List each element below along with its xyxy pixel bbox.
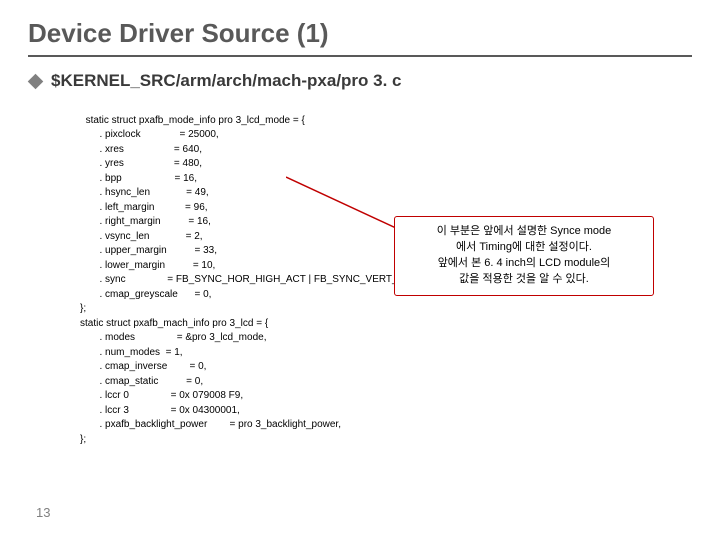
callout-line4: 값을 적용한 것을 알 수 있다. [403, 272, 645, 288]
callout-line2: 에서 Timing에 대한 설정이다. [403, 240, 645, 256]
page-number: 13 [36, 505, 50, 520]
subhead-row: $KERNEL_SRC/arm/arch/mach-pxa/pro 3. c [28, 71, 692, 91]
page-title: Device Driver Source (1) [28, 18, 692, 49]
title-divider [28, 55, 692, 57]
callout-box: 이 부분은 앞에서 설명한 Synce mode 에서 Timing에 대한 설… [394, 216, 654, 296]
callout-line3: 앞에서 본 6. 4 inch의 LCD module의 [403, 256, 645, 272]
callout-line1: 이 부분은 앞에서 설명한 Synce mode [403, 224, 645, 240]
file-path-subhead: $KERNEL_SRC/arm/arch/mach-pxa/pro 3. c [51, 71, 402, 91]
diamond-bullet-icon [28, 73, 44, 89]
